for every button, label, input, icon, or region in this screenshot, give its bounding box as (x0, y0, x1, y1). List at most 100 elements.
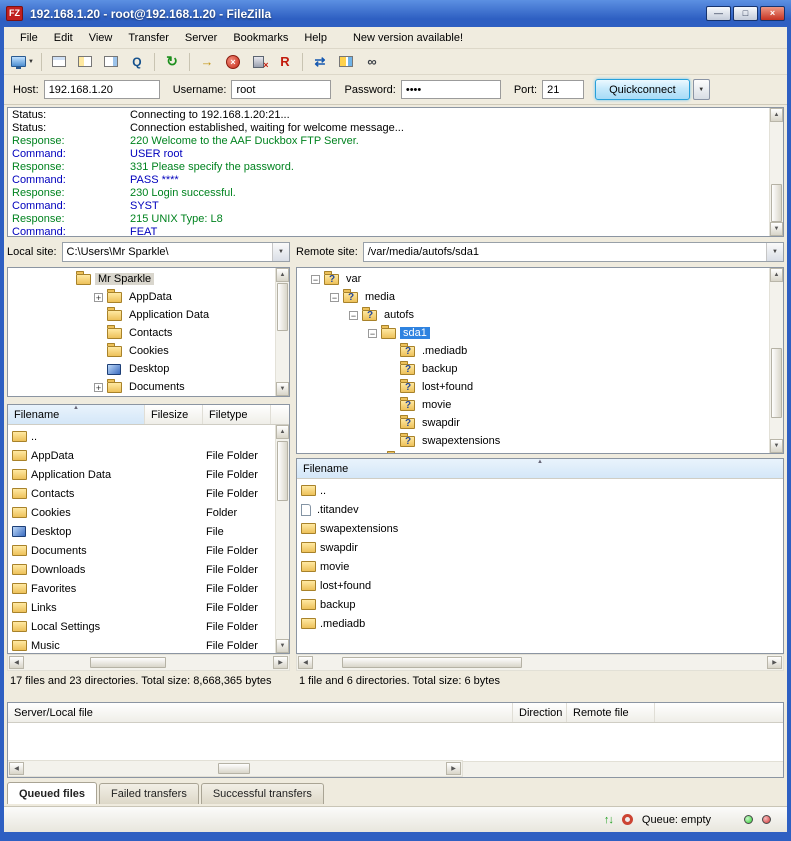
find-files-button[interactable]: ∞ (360, 51, 384, 73)
scroll-left-button[interactable]: ◀ (9, 762, 24, 775)
compare-button[interactable]: ⇄ (308, 51, 332, 73)
quickconnect-button[interactable]: Quickconnect (595, 79, 690, 100)
tree-item[interactable]: Desktop (8, 360, 275, 378)
file-row[interactable]: CookiesFolder (8, 503, 275, 522)
column-header-filename[interactable]: ▲Filename (8, 405, 145, 424)
file-row[interactable]: DesktopFile (8, 522, 275, 541)
scroll-thumb[interactable] (90, 657, 166, 668)
reconnect-button[interactable]: R (273, 51, 297, 73)
file-row[interactable]: LinksFile Folder (8, 598, 275, 617)
tree-item[interactable]: −sda1 (297, 324, 769, 342)
filter-icon[interactable] (622, 814, 633, 825)
log-scrollbar[interactable]: ▲ ▼ (769, 108, 783, 236)
process-queue-button[interactable]: → (195, 51, 219, 73)
tree-item[interactable]: −?var (297, 270, 769, 288)
scroll-down-button[interactable]: ▼ (770, 222, 783, 236)
tree-item[interactable]: ?lost+found (297, 378, 769, 396)
tree-item[interactable]: Contacts (8, 324, 275, 342)
scroll-left-button[interactable]: ◀ (298, 656, 313, 669)
local-tree-scrollbar[interactable]: ▲ ▼ (275, 268, 289, 396)
chevron-down-icon[interactable]: ▼ (28, 59, 34, 65)
scroll-thumb[interactable] (771, 348, 782, 418)
column-header-filename[interactable]: ▲Filename (297, 459, 783, 478)
menu-new-version[interactable]: New version available! (345, 29, 471, 47)
vertical-panel-splitter[interactable] (290, 241, 296, 671)
file-row[interactable]: DownloadsFile Folder (8, 560, 275, 579)
local-list-scrollbar[interactable]: ▲ ▼ (275, 425, 289, 653)
scroll-up-button[interactable]: ▲ (276, 268, 289, 282)
file-row[interactable]: .titandev (297, 500, 783, 519)
scroll-up-button[interactable]: ▲ (770, 268, 783, 282)
site-manager-button[interactable]: ▼ (9, 51, 36, 73)
scroll-down-button[interactable]: ▼ (276, 382, 289, 396)
queue-hscrollbar[interactable]: ◀ ▶ (8, 760, 463, 777)
tree-item[interactable]: Cookies (8, 342, 275, 360)
host-input[interactable] (44, 80, 160, 99)
password-input[interactable] (401, 80, 501, 99)
tree-item[interactable]: Mr Sparkle (8, 270, 275, 288)
remote-list-hscrollbar[interactable]: ◀ ▶ (296, 654, 784, 671)
file-row[interactable]: FavoritesFile Folder (8, 579, 275, 598)
menu-view[interactable]: View (81, 29, 121, 47)
toggle-queue-button[interactable]: Q (125, 51, 149, 73)
remote-site-combo[interactable]: /var/media/autofs/sda1 ▼ (363, 242, 784, 262)
file-row[interactable]: .. (8, 427, 275, 446)
tree-item[interactable]: +Documents (8, 378, 275, 396)
menu-file[interactable]: File (12, 29, 46, 47)
expander-icon[interactable]: + (94, 293, 103, 302)
file-row[interactable]: AppDataFile Folder (8, 446, 275, 465)
username-input[interactable] (231, 80, 331, 99)
refresh-button[interactable]: ↻ (160, 51, 184, 73)
toggle-remote-tree-button[interactable] (99, 51, 123, 73)
scroll-right-button[interactable]: ▶ (273, 656, 288, 669)
remote-tree-scrollbar[interactable]: ▲ ▼ (769, 268, 783, 453)
horizontal-panel-splitter[interactable] (4, 694, 787, 701)
toggle-local-tree-button[interactable] (73, 51, 97, 73)
tree-item[interactable]: −?media (297, 288, 769, 306)
close-button[interactable]: × (760, 6, 785, 21)
tree-item[interactable]: ?swapdir (297, 414, 769, 432)
tree-item[interactable]: +AppData (8, 288, 275, 306)
disconnect-button[interactable]: × (247, 51, 271, 73)
tree-item[interactable]: Application Data (8, 306, 275, 324)
chevron-down-icon[interactable]: ▼ (766, 243, 783, 261)
expander-icon[interactable]: − (330, 293, 339, 302)
menu-transfer[interactable]: Transfer (120, 29, 177, 47)
local-site-combo[interactable]: C:\Users\Mr Sparkle\ ▼ (62, 242, 290, 262)
column-header-filetype[interactable]: Filetype (203, 405, 271, 424)
expander-icon[interactable]: − (349, 311, 358, 320)
scroll-right-button[interactable]: ▶ (446, 762, 461, 775)
quickconnect-dropdown-button[interactable]: ▼ (693, 79, 710, 100)
scroll-thumb[interactable] (342, 657, 522, 668)
file-row[interactable]: ContactsFile Folder (8, 484, 275, 503)
scroll-right-button[interactable]: ▶ (767, 656, 782, 669)
file-row[interactable]: backup (297, 595, 783, 614)
file-row[interactable]: Local SettingsFile Folder (8, 617, 275, 636)
file-row[interactable]: swapdir (297, 538, 783, 557)
file-row[interactable]: swapextensions (297, 519, 783, 538)
local-list-hscrollbar[interactable]: ◀ ▶ (7, 654, 290, 671)
maximize-button[interactable]: □ (733, 6, 758, 21)
menu-server[interactable]: Server (177, 29, 225, 47)
scroll-down-button[interactable]: ▼ (770, 439, 783, 453)
scroll-thumb[interactable] (218, 763, 250, 774)
scroll-thumb[interactable] (277, 283, 288, 331)
scroll-thumb[interactable] (277, 441, 288, 501)
cancel-button[interactable]: × (221, 51, 245, 73)
chevron-down-icon[interactable]: ▼ (272, 243, 289, 261)
expander-icon[interactable]: − (368, 329, 377, 338)
menu-bookmarks[interactable]: Bookmarks (225, 29, 296, 47)
column-header-remote-file[interactable]: Remote file (567, 703, 655, 722)
tree-item[interactable]: ?movie (297, 396, 769, 414)
titlebar[interactable]: FZ 192.168.1.20 - root@192.168.1.20 - Fi… (0, 0, 791, 27)
menu-edit[interactable]: Edit (46, 29, 81, 47)
minimize-button[interactable]: — (706, 6, 731, 21)
scroll-down-button[interactable]: ▼ (276, 639, 289, 653)
file-row[interactable]: .mediadb (297, 614, 783, 633)
scroll-up-button[interactable]: ▲ (770, 108, 783, 122)
tree-item[interactable]: ?swapextensions (297, 432, 769, 450)
column-header-filesize[interactable]: Filesize (145, 405, 203, 424)
file-row[interactable]: .. (297, 481, 783, 500)
expander-icon[interactable]: + (94, 383, 103, 392)
speed-limit-icon[interactable]: ↑↓ (604, 814, 613, 826)
